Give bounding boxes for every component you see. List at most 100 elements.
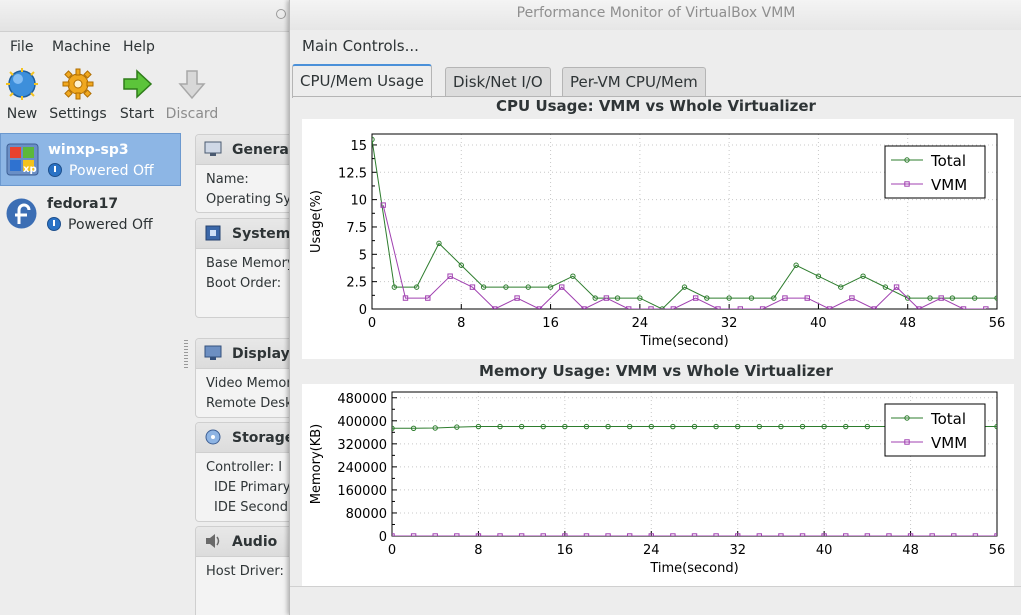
- speaker-icon: [206, 534, 220, 548]
- vm-list: xp winxp-sp3 Powered Off fedora17 Powere…: [0, 133, 182, 613]
- series-vmm: [380, 202, 989, 309]
- x-tick-label: 24: [632, 316, 649, 331]
- series-line-vmm: [382, 204, 986, 309]
- cpu-usage-chart-svg: 0 8 16 24 32 40 48 56 0 2.5 5 7.5 10 12.5 15 Time(secon…: [309, 133, 1006, 349]
- x-tick-label: 0: [368, 316, 376, 331]
- detail-line: Boot Order:: [206, 276, 282, 291]
- start-label: Start: [119, 106, 155, 122]
- new-icon: [6, 68, 38, 100]
- svg-text:xp: xp: [23, 164, 37, 175]
- tab-per-vm-cpu-mem[interactable]: Per-VM CPU/Mem: [562, 67, 706, 97]
- virtualbox-manager-window: File Machine Help New Settings Start Dis…: [0, 0, 305, 615]
- detail-line: IDE Second: [214, 500, 289, 515]
- tab-disk-net-io[interactable]: Disk/Net I/O: [445, 67, 551, 97]
- status-bar: [290, 586, 1021, 615]
- x-tick-label: 32: [729, 543, 746, 558]
- settings-gear-icon: [62, 68, 94, 100]
- y-tick-label: 480000: [337, 392, 387, 407]
- x-tick-label: 56: [989, 543, 1006, 558]
- x-tick-label: 8: [457, 316, 465, 331]
- y-tick-label: 10: [350, 194, 367, 209]
- settings-label: Settings: [49, 106, 107, 122]
- x-tick-label: 48: [902, 543, 919, 558]
- vm-name: winxp-sp3: [48, 142, 129, 158]
- monitor-titlebar[interactable]: Performance Monitor of VirtualBox VMM: [290, 0, 1021, 30]
- discard-arrow-icon: [178, 70, 206, 100]
- cpu-chart-title: CPU Usage: VMM vs Whole Virtualizer: [496, 97, 816, 115]
- x-axis-label: Time(second): [649, 561, 738, 576]
- new-label: New: [6, 106, 38, 122]
- settings-button[interactable]: Settings: [48, 62, 108, 122]
- windows-xp-icon: xp: [6, 143, 39, 176]
- tab-cpu-mem-usage[interactable]: CPU/Mem Usage: [292, 64, 432, 98]
- y-tick-label: 240000: [337, 461, 387, 476]
- section-title: Storage: [232, 430, 295, 446]
- discard-label: Discard: [165, 106, 219, 122]
- section-title: General: [232, 142, 294, 158]
- powered-off-icon: [48, 163, 62, 177]
- window-title: Performance Monitor of VirtualBox VMM: [516, 5, 796, 21]
- window-control-icon[interactable]: [276, 9, 286, 19]
- y-tick-label: 5: [359, 248, 367, 263]
- x-tick-label: 8: [474, 543, 482, 558]
- start-arrow-icon: [123, 69, 153, 99]
- detail-line: Controller: I: [206, 460, 283, 475]
- y-tick-label: 0: [379, 530, 387, 545]
- x-tick-label: 40: [810, 316, 827, 331]
- vm-state: Powered Off: [69, 163, 154, 179]
- menu-file[interactable]: File: [10, 39, 33, 55]
- x-tick-label: 0: [388, 543, 396, 558]
- menu-help[interactable]: Help: [123, 39, 155, 55]
- memory-chart-title: Memory Usage: VMM vs Whole Virtualizer: [479, 362, 833, 380]
- manager-titlebar: [0, 0, 300, 32]
- legend-label: VMM: [931, 434, 967, 452]
- memory-usage-chart: 0 8 16 24 32 40 48 56 0 80000 160000 240000 320000 40…: [302, 384, 1014, 587]
- x-tick-label: 40: [816, 543, 833, 558]
- powered-off-icon: [47, 217, 61, 231]
- main-controls-menu[interactable]: Main Controls...: [302, 37, 419, 55]
- y-tick-label: 80000: [346, 507, 387, 522]
- detail-line: Base Memory: [206, 256, 295, 271]
- section-title: Display: [232, 346, 290, 362]
- series-vmm: [392, 533, 997, 536]
- splitter-handle[interactable]: [184, 340, 188, 370]
- y-tick-label: 400000: [337, 415, 387, 430]
- legend-label: Total: [930, 152, 966, 170]
- vm-state: Powered Off: [68, 217, 153, 233]
- y-tick-label: 7.5: [346, 221, 367, 236]
- x-tick-label: 24: [643, 543, 660, 558]
- detail-line: IDE Primary: [214, 480, 291, 495]
- monitor-icon: [204, 141, 222, 156]
- new-button[interactable]: New: [0, 62, 52, 122]
- chart-legend: Total VMM: [884, 145, 986, 199]
- tab-bar: CPU/Mem Usage Disk/Net I/O Per-VM CPU/Me…: [290, 64, 1021, 98]
- chart-legend: Total VMM: [884, 403, 986, 457]
- discard-button[interactable]: Discard: [162, 62, 222, 122]
- y-tick-label: 160000: [337, 484, 387, 499]
- detail-line: Video Memor: [206, 376, 292, 391]
- x-tick-label: 16: [557, 543, 574, 558]
- performance-monitor-window: Performance Monitor of VirtualBox VMM Ma…: [289, 0, 1021, 615]
- legend-label: VMM: [931, 176, 967, 194]
- section-title: Audio: [232, 534, 278, 550]
- cpu-usage-chart: 0 8 16 24 32 40 48 56 0 2.5 5 7.5 10 12.5 15 Time(secon…: [302, 119, 1014, 359]
- vm-name: fedora17: [47, 196, 119, 212]
- start-button[interactable]: Start: [107, 62, 167, 122]
- x-tick-label: 56: [989, 316, 1006, 331]
- y-tick-label: 15: [350, 139, 367, 154]
- display-icon: [204, 345, 222, 360]
- y-tick-label: 320000: [337, 438, 387, 453]
- vm-item-fedora17[interactable]: fedora17 Powered Off: [0, 188, 181, 241]
- y-tick-label: 12.5: [338, 166, 367, 181]
- y-tick-label: 2.5: [346, 276, 367, 291]
- x-tick-label: 48: [899, 316, 916, 331]
- vm-item-winxp-sp3[interactable]: xp winxp-sp3 Powered Off: [0, 133, 181, 186]
- x-axis-label: Time(second): [639, 334, 728, 349]
- legend-label: Total: [930, 410, 966, 428]
- y-tick-label: 0: [359, 303, 367, 318]
- x-tick-label: 32: [721, 316, 738, 331]
- menu-machine[interactable]: Machine: [52, 39, 111, 55]
- fedora-icon: [6, 198, 37, 229]
- memory-usage-chart-svg: 0 8 16 24 32 40 48 56 0 80000 160000 240000 320000 40…: [309, 391, 1006, 576]
- toolbar: New Settings Start Discard: [0, 62, 300, 130]
